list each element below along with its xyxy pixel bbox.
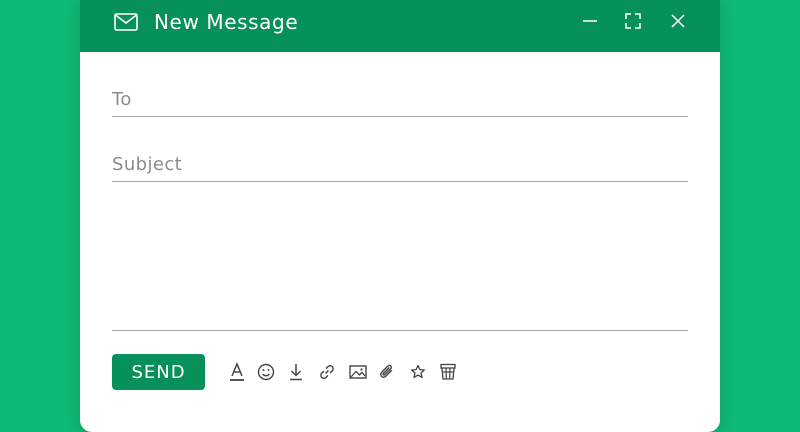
- star-icon: [409, 363, 427, 381]
- link-icon: [317, 363, 337, 381]
- title-bar: New Message: [80, 0, 720, 52]
- minimize-button[interactable]: [578, 9, 602, 33]
- window-title: New Message: [154, 10, 298, 34]
- maximize-button[interactable]: [621, 9, 645, 33]
- insert-image-button[interactable]: [347, 361, 369, 383]
- compose-window: New Message SEND: [80, 0, 720, 432]
- text-format-button[interactable]: [226, 361, 248, 383]
- template-button[interactable]: [437, 361, 459, 383]
- to-field-container: [112, 84, 688, 117]
- expand-icon: [624, 12, 642, 30]
- send-button[interactable]: SEND: [112, 354, 205, 390]
- to-input[interactable]: [112, 84, 688, 114]
- close-icon: [669, 12, 687, 30]
- subject-input[interactable]: [112, 149, 688, 179]
- subject-field-container: [112, 149, 688, 182]
- close-button[interactable]: [666, 9, 690, 33]
- text-format-icon: [228, 362, 246, 382]
- attachment-icon: [377, 362, 397, 382]
- emoji-icon: [257, 363, 275, 381]
- star-button[interactable]: [407, 361, 429, 383]
- download-icon: [287, 362, 305, 382]
- insert-link-button[interactable]: [316, 361, 338, 383]
- mail-icon: [114, 13, 138, 31]
- attach-file-button[interactable]: [376, 361, 398, 383]
- image-icon: [348, 363, 368, 381]
- download-button[interactable]: [285, 361, 307, 383]
- template-icon: [438, 362, 458, 382]
- minimize-icon: [581, 12, 599, 30]
- emoji-button[interactable]: [255, 361, 277, 383]
- message-body[interactable]: [112, 194, 688, 331]
